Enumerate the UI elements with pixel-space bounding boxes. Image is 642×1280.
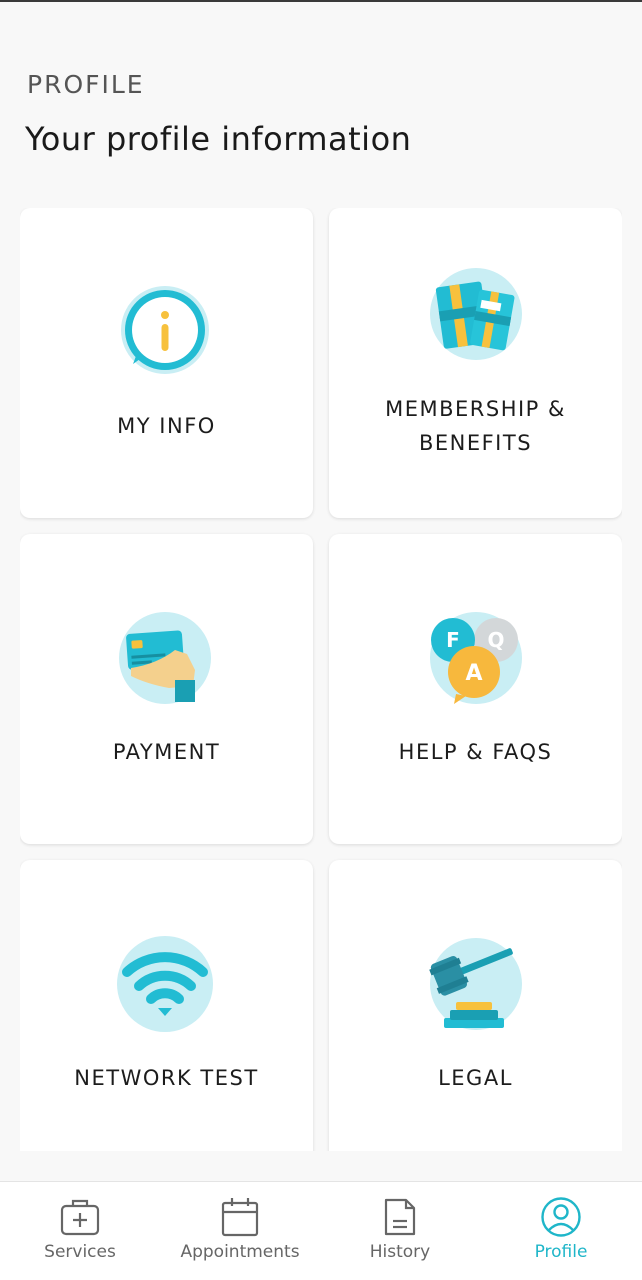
membership-benefits-card[interactable]: MEMBERSHIP & BENEFITS bbox=[329, 208, 622, 518]
network-test-card[interactable]: NETWORK TEST bbox=[20, 860, 313, 1151]
nav-services[interactable]: Services bbox=[0, 1182, 160, 1280]
nav-profile-label: Profile bbox=[534, 1242, 588, 1262]
profile-options-grid: MY INFO MEMBERSHIP & BENEFITS PAYMENT Q … bbox=[20, 208, 622, 1151]
section-label: PROFILE bbox=[27, 70, 145, 99]
nav-appointments-label: Appointments bbox=[180, 1242, 300, 1262]
legal-card[interactable]: LEGAL bbox=[329, 860, 622, 1151]
wifi-icon bbox=[116, 936, 217, 1036]
nav-history[interactable]: History bbox=[320, 1182, 480, 1280]
membership-benefits-label: MEMBERSHIP & BENEFITS bbox=[385, 397, 566, 455]
payment-card[interactable]: PAYMENT bbox=[20, 534, 313, 844]
my-info-card[interactable]: MY INFO bbox=[20, 208, 313, 518]
faq-bubbles-icon: Q F A bbox=[426, 610, 526, 710]
nav-history-label: History bbox=[369, 1242, 431, 1262]
info-bubble-icon bbox=[117, 284, 217, 384]
bottom-navigation: Services Appointments History Profile bbox=[0, 1181, 642, 1280]
payment-label: PAYMENT bbox=[112, 740, 221, 764]
nav-profile[interactable]: Profile bbox=[481, 1182, 641, 1280]
status-bar-edge bbox=[0, 0, 642, 2]
nav-services-label: Services bbox=[44, 1242, 116, 1262]
user-circle-icon bbox=[541, 1197, 581, 1237]
help-faqs-card[interactable]: Q F A HELP & FAQS bbox=[329, 534, 622, 844]
svg-text:A: A bbox=[465, 661, 482, 686]
svg-text:Q: Q bbox=[487, 628, 504, 652]
my-info-label: MY INFO bbox=[117, 414, 216, 438]
page-title: Your profile information bbox=[25, 120, 412, 158]
svg-text:F: F bbox=[446, 628, 460, 652]
medical-bag-icon bbox=[60, 1199, 100, 1236]
credit-card-hand-icon bbox=[117, 610, 217, 710]
legal-label: LEGAL bbox=[438, 1066, 513, 1090]
gavel-icon bbox=[426, 936, 526, 1036]
membership-cards-icon bbox=[426, 266, 526, 366]
document-icon bbox=[384, 1198, 416, 1236]
help-faqs-label: HELP & FAQS bbox=[398, 740, 553, 764]
nav-appointments[interactable]: Appointments bbox=[160, 1182, 320, 1280]
network-test-label: NETWORK TEST bbox=[74, 1066, 259, 1090]
calendar-icon bbox=[221, 1198, 259, 1237]
profile-screen: PROFILE Your profile information MY INFO bbox=[0, 0, 642, 1280]
